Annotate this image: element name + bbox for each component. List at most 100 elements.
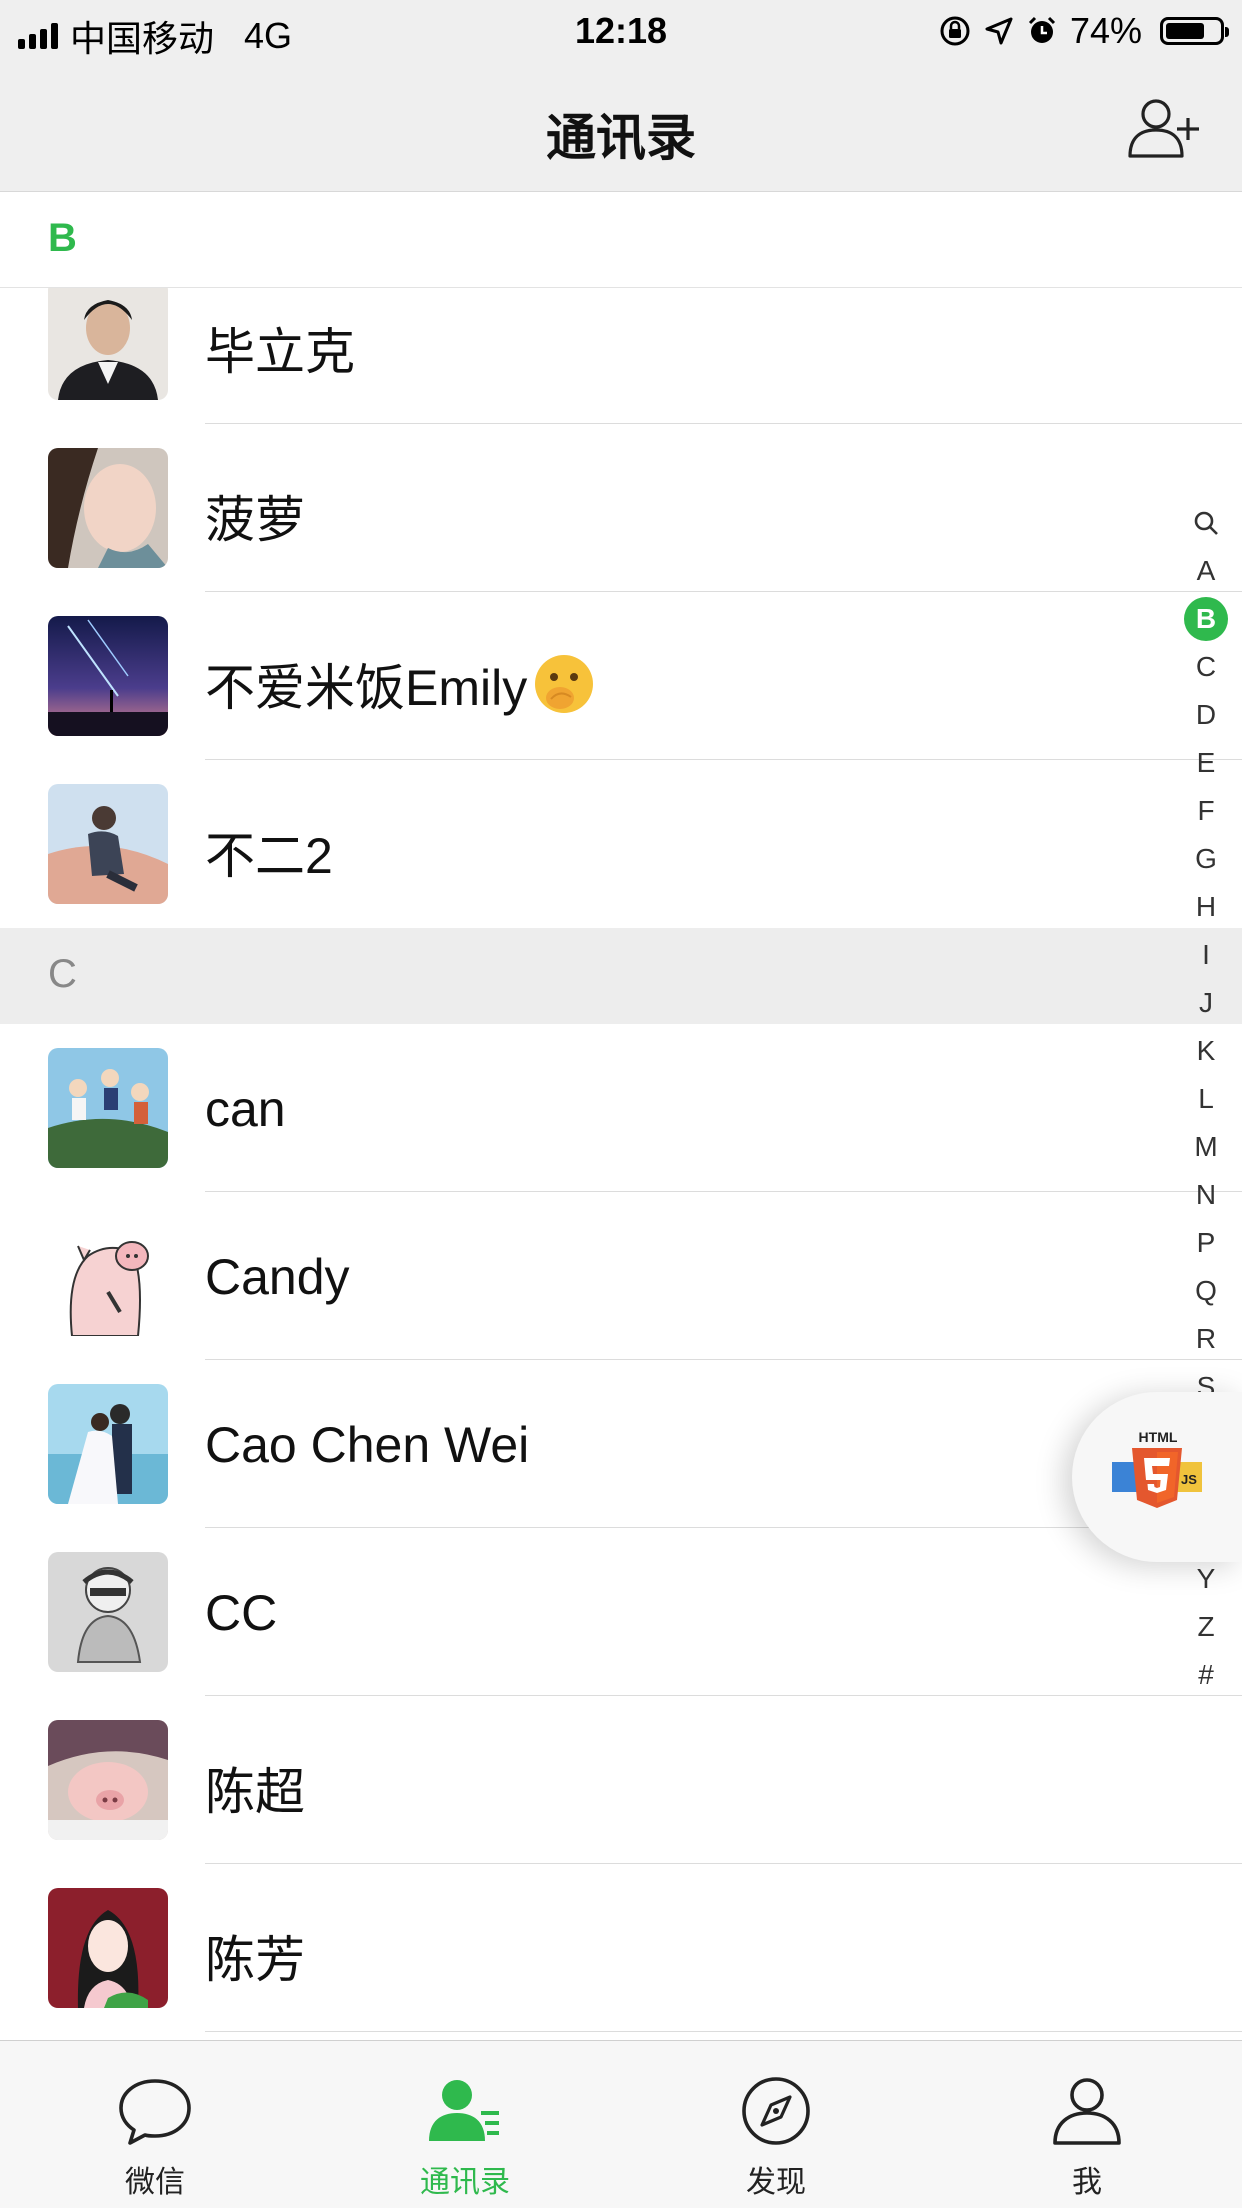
- index-search-icon[interactable]: [1176, 500, 1236, 546]
- index-letter-text: Y: [1196, 1563, 1216, 1594]
- widget-label-side: JS: [1181, 1472, 1197, 1487]
- contact-name: 陈超: [205, 1764, 305, 1820]
- index-letter-y[interactable]: Y: [1176, 1556, 1236, 1602]
- section-header-b: B: [0, 192, 1242, 288]
- index-letter-r[interactable]: R: [1176, 1316, 1236, 1362]
- contact-name: CC: [205, 1585, 278, 1641]
- contact-avatar: [48, 1552, 168, 1672]
- index-letter-h[interactable]: H: [1176, 884, 1236, 930]
- index-letter-text: A: [1196, 555, 1216, 586]
- index-letter-b[interactable]: B: [1176, 596, 1236, 642]
- page-title: 通讯录: [546, 110, 696, 166]
- index-letter-l[interactable]: L: [1176, 1076, 1236, 1122]
- contact-name: Cao Chen Wei: [205, 1417, 530, 1473]
- contact-name: 菠萝: [205, 492, 305, 548]
- contact-row[interactable]: 陈超: [0, 1696, 1242, 1864]
- contact-name: Candy: [205, 1249, 350, 1305]
- widget-label-top: HTML: [1139, 1429, 1178, 1445]
- tab-discover[interactable]: 发现: [676, 2041, 876, 2209]
- status-bar: 中国移动 4G 12:18 74%: [0, 0, 1242, 64]
- index-letter-text: B: [1184, 597, 1228, 641]
- index-letter-text: G: [1195, 843, 1217, 874]
- index-letter-text: I: [1202, 939, 1210, 970]
- add-contact-button[interactable]: [1126, 94, 1202, 160]
- index-letter-hash[interactable]: #: [1176, 1652, 1236, 1698]
- location-icon: [985, 17, 1013, 45]
- tab-contacts[interactable]: 通讯录: [365, 2041, 565, 2209]
- tab-label: 通讯录: [420, 2166, 510, 2199]
- index-letter-a[interactable]: A: [1176, 548, 1236, 594]
- contact-avatar: [48, 1048, 168, 1168]
- index-letter-c[interactable]: C: [1176, 644, 1236, 690]
- index-letter-text: M: [1194, 1131, 1218, 1162]
- section-header-c: C: [0, 928, 1242, 1024]
- index-letter-e[interactable]: E: [1176, 740, 1236, 786]
- index-letter-j[interactable]: J: [1176, 980, 1236, 1026]
- contact-avatar: [48, 1720, 168, 1840]
- index-letter-text: #: [1198, 1659, 1214, 1690]
- battery-icon: [1160, 17, 1229, 45]
- index-letter-text: J: [1199, 987, 1213, 1018]
- contacts-icon: [429, 2080, 499, 2141]
- shushing-face-emoji: [535, 655, 594, 713]
- tab-chats[interactable]: 微信: [55, 2041, 255, 2209]
- compass-icon: [742, 2077, 810, 2145]
- contact-avatar: [48, 280, 168, 400]
- floating-html5-widget[interactable]: HTML JS: [1072, 1392, 1242, 1562]
- index-letter-m[interactable]: M: [1176, 1124, 1236, 1170]
- index-letter-text: D: [1195, 699, 1217, 730]
- tab-me[interactable]: 我: [987, 2041, 1187, 2209]
- contact-name: can: [205, 1081, 286, 1137]
- contact-row[interactable]: 不二2: [0, 760, 1242, 928]
- contact-row[interactable]: Cao Chen Wei: [0, 1360, 1242, 1528]
- index-letter-f[interactable]: F: [1176, 788, 1236, 834]
- section-letter: C: [48, 952, 77, 996]
- index-letter-text: L: [1198, 1083, 1214, 1114]
- index-letter-k[interactable]: K: [1176, 1028, 1236, 1074]
- contact-avatar: [48, 1888, 168, 2008]
- section-letter: B: [48, 216, 77, 260]
- index-letter-text: E: [1196, 747, 1216, 778]
- contact-row[interactable]: CC: [0, 1528, 1242, 1696]
- alarm-icon: [1028, 16, 1055, 43]
- index-letter-q[interactable]: Q: [1176, 1268, 1236, 1314]
- index-letter-i[interactable]: I: [1176, 932, 1236, 978]
- index-letter-d[interactable]: D: [1176, 692, 1236, 738]
- index-letter-text: K: [1196, 1035, 1216, 1066]
- contact-avatar: [48, 448, 168, 568]
- contact-name: 毕立克: [205, 324, 355, 380]
- index-letter-text: C: [1195, 651, 1217, 682]
- index-letter-text: Z: [1197, 1611, 1215, 1642]
- contact-name: 陈芳: [205, 1932, 305, 1988]
- chat-bubble-icon: [119, 2079, 191, 2145]
- contact-avatar: [48, 1216, 168, 1336]
- contact-avatar: [48, 784, 168, 904]
- status-right: 74%: [938, 10, 1229, 52]
- index-letter-z[interactable]: Z: [1176, 1604, 1236, 1650]
- index-letter-n[interactable]: N: [1176, 1172, 1236, 1218]
- contact-row[interactable]: 不爱米饭Emily: [0, 592, 1242, 760]
- orientation-lock-icon: [940, 16, 970, 46]
- tab-label: 我: [1072, 2166, 1102, 2199]
- index-letter-text: N: [1195, 1179, 1217, 1210]
- index-letter-text: Q: [1195, 1275, 1217, 1306]
- contact-name: 不二2: [205, 828, 333, 884]
- contact-row[interactable]: 菠萝: [0, 424, 1242, 592]
- battery-level: [1166, 23, 1204, 39]
- contact-avatar: [48, 616, 168, 736]
- contact-row[interactable]: 陈芳: [0, 1864, 1242, 2032]
- contact-name: 不爱米饭Emily: [205, 648, 595, 720]
- tab-label: 微信: [125, 2166, 185, 2199]
- person-icon: [1053, 2078, 1121, 2145]
- contact-row[interactable]: Candy: [0, 1192, 1242, 1360]
- battery-percent: 74%: [1069, 10, 1142, 51]
- contact-row[interactable]: can: [0, 1024, 1242, 1192]
- contact-name-text: 不爱米饭Emily: [205, 660, 528, 716]
- index-letter-g[interactable]: G: [1176, 836, 1236, 882]
- html5-badge-icon: HTML JS: [1112, 1429, 1202, 1508]
- index-letter-p[interactable]: P: [1176, 1220, 1236, 1266]
- index-letter-text: F: [1197, 795, 1215, 826]
- index-letter-text: P: [1196, 1227, 1216, 1258]
- nav-bar: 通讯录: [0, 64, 1242, 192]
- tab-label: 发现: [746, 2166, 806, 2199]
